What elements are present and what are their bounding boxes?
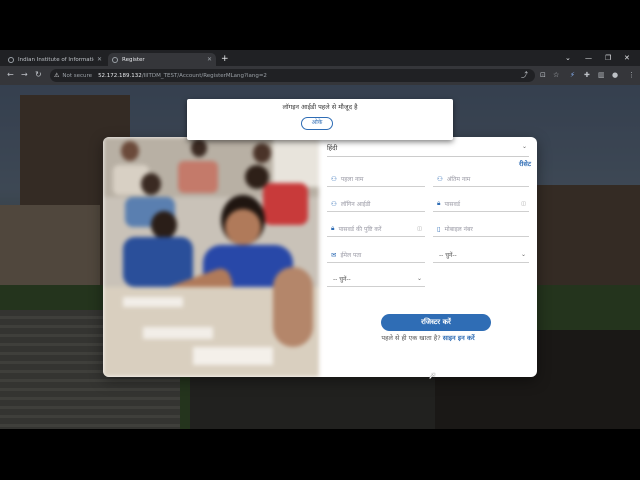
address-bar[interactable]: ⚠ Not secure 52.172.189.132/IIITDM_TEST/… — [50, 69, 535, 82]
login-id-placeholder: लॉगिन आईडी — [340, 200, 371, 208]
mobile-field[interactable]: ▯ मोबाइल नंबर — [433, 221, 529, 237]
globe-icon — [8, 56, 14, 63]
close-window-button[interactable]: ✕ — [624, 52, 630, 64]
page-content: हिंदी ⌄ रीसेट ⚇ पहला नाम ⚇ अंतिम नाम ⚇ ल… — [0, 85, 640, 429]
tab-search-icon[interactable]: ⌄ — [565, 52, 571, 64]
close-tab-icon[interactable]: ✕ — [207, 56, 212, 63]
last-name-field[interactable]: ⚇ अंतिम नाम — [433, 171, 529, 187]
close-tab-icon[interactable]: ✕ — [97, 56, 102, 63]
bookmark-star-icon[interactable]: ☆ — [553, 70, 559, 80]
alert-message: लॉगइन आईडी पहले से मौजूद है — [282, 103, 358, 111]
forward-icon[interactable]: → — [21, 69, 28, 81]
chevron-down-icon: ⌄ — [521, 143, 527, 150]
phone-icon: ▯ — [437, 224, 441, 233]
user-icon: ⚇ — [331, 199, 337, 208]
puzzle-icon[interactable]: ✚ — [584, 70, 590, 80]
chevron-down-icon: ⌄ — [416, 275, 422, 282]
tab-title: Indian Institute of Information Te — [18, 56, 94, 63]
maximize-button[interactable]: ❐ — [605, 52, 611, 64]
sidepanel-icon[interactable]: ▥ — [598, 70, 605, 80]
user-icon: ⚇ — [331, 174, 337, 183]
login-prompt-text: पहले से ही एक खाता है? — [381, 334, 441, 342]
warning-icon: ⚠ — [54, 72, 60, 79]
url-text: 52.172.189.132/IIITDM_TEST/Account/Regis… — [98, 72, 267, 79]
reload-icon[interactable]: ↻ — [35, 69, 42, 81]
share-icon[interactable]: ⤴ — [521, 70, 528, 80]
email-placeholder: ईमेल पता — [340, 251, 362, 259]
minimize-button[interactable]: — — [585, 52, 592, 64]
browser-toolbar: ← → ↻ ⚠ Not secure 52.172.189.132/IIITDM… — [0, 66, 640, 85]
register-button[interactable]: रजिस्टर करें — [381, 314, 491, 331]
profile-icon[interactable]: ● — [612, 70, 618, 80]
last-name-placeholder: अंतिम नाम — [446, 175, 471, 183]
registration-form: हिंदी ⌄ रीसेट ⚇ पहला नाम ⚇ अंतिम नाम ⚇ ल… — [319, 137, 537, 377]
chevron-down-icon: ⌄ — [520, 251, 526, 258]
sign-in-link[interactable]: साइन इन करें — [443, 334, 475, 342]
lock-icon: 🔒︎ — [437, 199, 441, 207]
globe-icon — [112, 56, 118, 63]
eye-icon[interactable]: ◫ — [417, 226, 422, 232]
email-field[interactable]: ✉ ईमेल पता — [327, 247, 425, 263]
new-tab-button[interactable]: + — [221, 53, 229, 65]
password-field[interactable]: 🔒︎ पासवर्ड ◫ — [433, 196, 529, 212]
dropdown-left[interactable]: -- चुनें-- ⌄ — [327, 271, 425, 287]
mail-icon: ✉ — [331, 250, 337, 259]
install-icon[interactable]: ⊡ — [540, 70, 546, 80]
lock-icon: 🔒︎ — [331, 224, 335, 232]
registration-card: हिंदी ⌄ रीसेट ⚇ पहला नाम ⚇ अंतिम नाम ⚇ ल… — [103, 137, 537, 377]
ok-button[interactable]: ओके — [301, 117, 333, 130]
user-icon: ⚇ — [437, 174, 443, 183]
tab-strip: Indian Institute of Information Te ✕ Reg… — [0, 50, 640, 66]
back-icon[interactable]: ← — [7, 69, 14, 81]
reset-link[interactable]: रीसेट — [519, 159, 531, 168]
language-selected: हिंदी — [327, 144, 338, 152]
dropdown-right[interactable]: -- चुनें-- ⌄ — [433, 247, 529, 263]
dropdown-left-value: -- चुनें-- — [333, 275, 351, 283]
mobile-placeholder: मोबाइल नंबर — [444, 225, 473, 233]
login-id-field[interactable]: ⚇ लॉगिन आईडी — [327, 196, 425, 212]
login-prompt: पहले से ही एक खाता है? साइन इन करें — [319, 333, 537, 342]
menu-icon[interactable]: ⋮ — [628, 70, 635, 80]
confirm-password-placeholder: पासवर्ड की पुष्टि करें — [338, 225, 382, 233]
mouse-cursor-icon: ➚ — [428, 371, 437, 382]
dropdown-right-value: -- चुनें-- — [439, 251, 457, 259]
browser-window: Indian Institute of Information Te ✕ Reg… — [0, 50, 640, 429]
extension-icon[interactable]: ⚡ — [570, 70, 575, 80]
classroom-photo — [103, 137, 319, 377]
first-name-placeholder: पहला नाम — [340, 175, 364, 183]
alert-dialog: लॉगइन आईडी पहले से मौजूद है ओके — [187, 99, 453, 140]
password-placeholder: पासवर्ड — [444, 200, 461, 208]
tab-register[interactable]: Register ✕ — [108, 53, 216, 66]
language-select[interactable]: हिंदी ⌄ — [327, 143, 529, 157]
eye-icon[interactable]: ◫ — [521, 201, 526, 207]
security-label: Not secure — [62, 72, 93, 79]
tab-title: Register — [122, 56, 145, 63]
first-name-field[interactable]: ⚇ पहला नाम — [327, 171, 425, 187]
tab-institute[interactable]: Indian Institute of Information Te ✕ — [4, 53, 106, 66]
confirm-password-field[interactable]: 🔒︎ पासवर्ड की पुष्टि करें ◫ — [327, 221, 425, 237]
